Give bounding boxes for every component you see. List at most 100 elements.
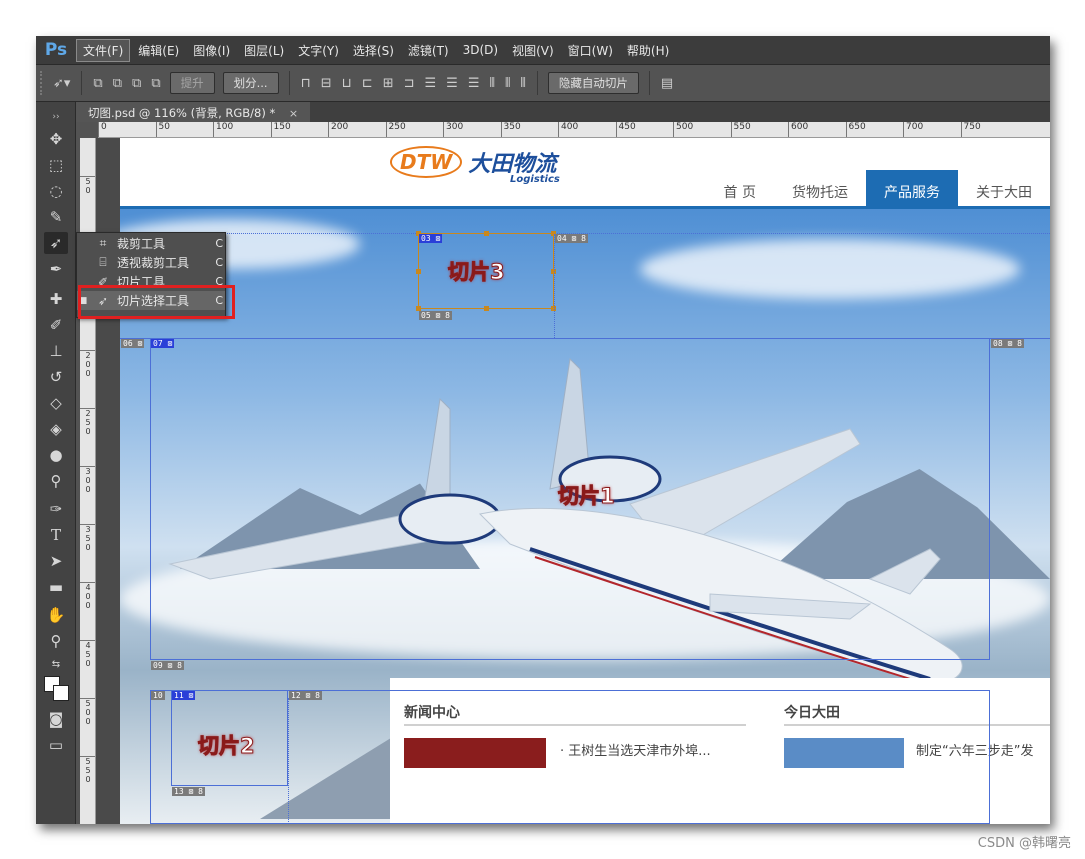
rectangle-tool-icon[interactable]: ▬: [44, 576, 68, 598]
brush-tool-icon[interactable]: ✐: [44, 314, 68, 336]
ruler-tick: 200: [328, 122, 348, 137]
options-grip[interactable]: [40, 71, 48, 95]
align-bottom-icon[interactable]: ⊔: [342, 76, 352, 91]
document-tab[interactable]: 切图.psd @ 116% (背景, RGB/8) * ×: [76, 102, 311, 122]
quick-mask-icon[interactable]: ◙: [44, 708, 68, 730]
swap-colors-icon[interactable]: ⇆: [44, 654, 68, 676]
promote-button[interactable]: 提升: [169, 72, 215, 94]
nav-products: 产品服务: [866, 170, 958, 208]
history-brush-tool-icon[interactable]: ↺: [44, 366, 68, 388]
menu-edit[interactable]: 编辑(E): [132, 40, 185, 61]
menu-type[interactable]: 文字(Y): [292, 40, 345, 61]
distribute-bottom-icon[interactable]: ☰: [468, 76, 480, 91]
slice-1-name: 切片1: [558, 484, 616, 509]
zoom-tool-icon[interactable]: ⚲: [44, 630, 68, 652]
slice-label-04: 04 ⊠ 8: [555, 234, 588, 243]
hand-tool-icon[interactable]: ✋: [44, 604, 68, 626]
divide-button[interactable]: 划分...: [222, 72, 279, 94]
align-vcenter-icon[interactable]: ⊟: [321, 76, 332, 91]
menu-select[interactable]: 选择(S): [347, 40, 400, 61]
slice-2-name: 切片2: [198, 734, 256, 759]
distribute-vcenter-icon[interactable]: ☰: [446, 76, 458, 91]
slice-select-tool-icon[interactable]: ➶: [44, 232, 68, 254]
flyout-shortcut: C: [215, 237, 223, 250]
ruler-tick: 550: [730, 122, 751, 137]
background-color-swatch[interactable]: [53, 685, 69, 701]
ruler-tick: 650: [845, 122, 866, 137]
slice-options-icon[interactable]: ▤: [661, 76, 673, 91]
send-backward-icon[interactable]: ⧉: [132, 76, 141, 91]
screen-mode-icon[interactable]: ▭: [44, 734, 68, 756]
marquee-tool-icon[interactable]: ⬚: [44, 154, 68, 176]
panel-collapse-icon[interactable]: ››: [44, 106, 68, 128]
menu-help[interactable]: 帮助(H): [621, 40, 675, 61]
ruler-tick: 700: [903, 122, 923, 137]
align-left-icon[interactable]: ⊏: [362, 76, 373, 91]
ruler-tick: 50: [80, 176, 95, 195]
flyout-perspective-crop-tool[interactable]: ⌸ 透视裁剪工具 C: [77, 253, 225, 272]
ps-logo: Ps: [44, 40, 68, 60]
menu-window[interactable]: 窗口(W): [562, 40, 619, 61]
slice-number: 11: [174, 691, 184, 700]
type-tool-icon[interactable]: T: [44, 524, 68, 546]
ruler-tick: 350: [500, 122, 521, 137]
slice-label-10: 10: [151, 691, 165, 700]
pen-tool-icon[interactable]: ✑: [44, 498, 68, 520]
ruler-tick: 200: [80, 350, 95, 378]
ruler-tick: 450: [80, 640, 95, 668]
logo-subtitle: Logistics: [510, 174, 560, 185]
separator: [536, 71, 538, 95]
hide-auto-slices-button[interactable]: 隐藏自动切片: [547, 72, 639, 94]
slice-number: 08: [993, 339, 1003, 348]
ruler-tick: 550: [80, 756, 95, 784]
horizontal-ruler[interactable]: 0 50 100 150 200 250 300 350 400 450 500 550 600 650 7…: [98, 122, 1050, 138]
menu-filter[interactable]: 滤镜(T): [402, 40, 455, 61]
ruler-tick: 500: [80, 698, 95, 726]
send-back-icon[interactable]: ⧉: [151, 76, 160, 91]
distribute-top-icon[interactable]: ☰: [425, 76, 437, 91]
path-select-tool-icon[interactable]: ➤: [44, 550, 68, 572]
menu-layer[interactable]: 图层(L): [238, 40, 290, 61]
menu-file[interactable]: 文件(F): [76, 38, 131, 62]
distribute-hcenter-icon[interactable]: ⫴: [505, 76, 510, 91]
menu-view[interactable]: 视图(V): [506, 40, 560, 61]
menu-3d[interactable]: 3D(D): [457, 41, 504, 59]
slice-label-03: 03 ⊠: [419, 234, 443, 243]
quick-select-tool-icon[interactable]: ✎: [44, 206, 68, 228]
resize-handle[interactable]: [484, 231, 489, 236]
auto-slice-boundary: [288, 698, 289, 824]
close-tab-icon[interactable]: ×: [289, 107, 298, 120]
bring-front-icon[interactable]: ⧉: [93, 76, 102, 91]
separator: [648, 71, 650, 95]
ruler-tick: 500: [673, 122, 693, 137]
healing-brush-tool-icon[interactable]: ✚: [44, 288, 68, 310]
slice-type-icon: ⊠ 8: [167, 661, 182, 670]
document-canvas[interactable]: DTW 大田物流 Logistics 首 页 货物托运 产品服务 关于大田 新闻…: [120, 138, 1050, 824]
slice-type-icon: ⊠ 8: [1007, 339, 1022, 348]
tool-preset-icon[interactable]: ➶▾: [53, 76, 70, 91]
flyout-crop-tool[interactable]: ⌗ 裁剪工具 C: [77, 234, 225, 253]
eraser-tool-icon[interactable]: ◇: [44, 392, 68, 414]
paint-bucket-tool-icon[interactable]: ◈: [44, 418, 68, 440]
align-right-icon[interactable]: ⊐: [404, 76, 415, 91]
move-tool-icon[interactable]: ✥: [44, 128, 68, 150]
resize-handle[interactable]: [484, 306, 489, 311]
slice-type-icon: ⊠ 8: [305, 691, 320, 700]
ruler-tick: 250: [385, 122, 406, 137]
watermark: CSDN @韩曙亮: [977, 836, 1071, 851]
align-hcenter-icon[interactable]: ⊞: [383, 76, 394, 91]
blur-tool-icon[interactable]: ●: [44, 444, 68, 466]
menu-image[interactable]: 图像(I): [187, 40, 236, 61]
distribute-right-icon[interactable]: ⫴: [520, 76, 525, 91]
distribute-left-icon[interactable]: ⫴: [489, 76, 494, 91]
eyedropper-tool-icon[interactable]: ✒: [44, 258, 68, 280]
bring-forward-icon[interactable]: ⧉: [113, 76, 122, 91]
separator: [81, 71, 83, 95]
slice-label-07: 07 ⊠: [151, 339, 175, 348]
resize-handle[interactable]: [416, 269, 421, 274]
ruler-tick: 400: [80, 582, 95, 610]
align-top-icon[interactable]: ⊓: [301, 76, 311, 91]
clone-stamp-tool-icon[interactable]: ⊥: [44, 340, 68, 362]
lasso-tool-icon[interactable]: ◌: [44, 180, 68, 202]
dodge-tool-icon[interactable]: ⚲: [44, 470, 68, 492]
